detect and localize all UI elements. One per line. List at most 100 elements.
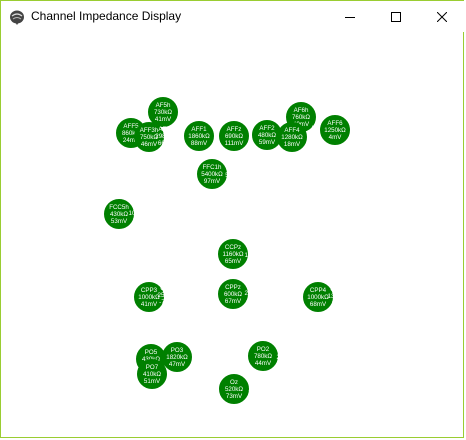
electrode-label: AF5h (155, 101, 171, 109)
electrode-label: CPP6h (330, 285, 350, 293)
electrode-impedance: 25190kΩ (324, 171, 350, 179)
electrode-fcc3[interactable]: FCC3 10030kΩ 31mV (126, 198, 156, 228)
electrode-label: CPPz (225, 283, 241, 291)
electrode-offset: -751mV (326, 178, 348, 186)
electrode-label: PO8 (333, 354, 347, 362)
electrode-offset: 41mV (140, 300, 158, 308)
electrode-o2h[interactable]: O2h 25180kΩ -750mV (246, 374, 276, 404)
electrode-offset: -751mV (196, 392, 218, 400)
electrode-po3[interactable]: PO3 1820kΩ 47mV (162, 342, 192, 372)
electrode-offset: 35mV (331, 368, 349, 376)
electrode-impedance: 5840kΩ (245, 172, 267, 180)
close-button[interactable] (419, 1, 465, 32)
electrode-offset: 73mV (225, 392, 243, 400)
electrode-poz[interactable]: POz 2900kΩ 55mV (217, 338, 247, 368)
electrode-label: FCC2h (245, 204, 265, 212)
electrode-aff4[interactable]: AFF4 1280kΩ 18mV (277, 122, 307, 152)
electrode-fcc2[interactable]: FCC2 25200kΩ -751mV (263, 198, 293, 228)
electrode-impedance: 1160kΩ (222, 250, 244, 258)
electrode-label: AFF3 (158, 125, 174, 133)
electrode-o1h[interactable]: O1h 25190kΩ -751mV (192, 374, 222, 404)
electrode-impedance: 10490kΩ (267, 251, 293, 259)
electrode-label: CCP5h (109, 244, 129, 252)
electrode-label: CCPz (224, 243, 242, 251)
electrode-offset: -750mV (338, 257, 360, 265)
minimize-button[interactable] (327, 1, 373, 32)
electrode-impedance: 25190kΩ (158, 169, 184, 177)
electrode-label: PO3 (170, 346, 184, 354)
electrode-ffc2h[interactable]: FFC2h 5840kΩ 49mV (241, 161, 271, 191)
electrode-label: FCC2 (269, 202, 287, 210)
electrode-cpp6h[interactable]: CPP6h 13220kΩ 35mV (325, 281, 355, 311)
electrode-offset: -233mV (225, 104, 247, 112)
electrode-label: AFpz (228, 90, 244, 98)
electrode-label: FCC1 (178, 204, 196, 212)
electrode-label: O1h (201, 378, 213, 386)
maximize-button[interactable] (373, 1, 419, 32)
electrode-label: PO7 (145, 363, 159, 371)
electrode-afpz[interactable]: AFpz 46040kΩ -233mV (221, 86, 251, 116)
electrode-label: AFF1 (191, 125, 207, 133)
electrode-offset: 44mV (254, 359, 272, 367)
maximize-icon (391, 11, 401, 22)
electrode-offset: 4mV (328, 133, 342, 141)
electrode-impedance: 730kΩ (153, 108, 173, 116)
electrode-offset: -751mV (278, 360, 300, 368)
electrode-impedance: 520kΩ (224, 385, 244, 393)
electrode-aff3[interactable]: AFF3 2980kΩ 66mV (151, 121, 181, 151)
electrode-label: PO2 (256, 345, 270, 353)
electrode-aff6[interactable]: AFF6 1250kΩ 4mV (320, 115, 350, 145)
electrode-impedance: 5400kΩ (201, 170, 223, 178)
electrode-impedance: 25200kΩ (244, 289, 270, 297)
electrode-offset: 68mV (309, 300, 327, 308)
electrode-label: FFC4h (284, 164, 304, 172)
electrode-offset: 111mV (224, 139, 244, 147)
minimize-icon (345, 16, 355, 18)
electrode-offset: 35mV (331, 299, 349, 307)
electrode-label: PO6 (309, 346, 323, 354)
electrode-impedance: 25190kΩ (157, 291, 183, 299)
electrode-cpp3h[interactable]: CPP3h 25190kΩ -750mV (155, 280, 185, 310)
window-title: Channel Impedance Display (31, 9, 182, 23)
electrode-po8[interactable]: PO8 3270kΩ 35mV (325, 350, 355, 380)
electrode-impedance: 25200kΩ (265, 209, 291, 217)
electrode-offset: 31mV (132, 216, 150, 224)
electrode-impedance: 760kΩ (291, 113, 311, 121)
electrode-impedance: 25190kΩ (253, 95, 279, 103)
electrode-afp3h[interactable]: AFp3h 3920kΩ -12mV (188, 83, 218, 113)
electrode-ffc3h[interactable]: FFC3h 25190kΩ -751mV (156, 158, 186, 188)
electrode-ccp2[interactable]: CCP2 10490kΩ 40mV (265, 240, 295, 270)
electrode-label: CCP3 (133, 244, 151, 252)
electrode-offset: -750mV (314, 258, 336, 266)
electrode-oz[interactable]: Oz 520kΩ 73mV (219, 374, 249, 404)
electrode-label: CPP2h (247, 282, 267, 290)
electrode-impedance: 25190kΩ (194, 385, 220, 393)
electrode-offset: 62mV (200, 218, 218, 226)
electrode-afp4h[interactable]: AFp4h 25190kΩ -751mV (251, 84, 281, 114)
electrode-ffc6h[interactable]: FFC6h 25190kΩ -751mV (322, 160, 352, 190)
electrode-offset: 66mV (157, 139, 175, 147)
electrode-offset: 18mV (283, 140, 301, 148)
electrode-impedance: 5840kΩ (220, 211, 242, 219)
electrode-offset: 31mV (288, 300, 306, 308)
electrode-label: FFC6h (327, 164, 347, 172)
title-bar[interactable]: Channel Impedance Display (1, 1, 465, 32)
electrode-ccp3[interactable]: CCP3 44620kΩ -157mV (127, 240, 157, 270)
electrode-po4[interactable]: PO4 25190kΩ -751mV (274, 342, 304, 372)
electrode-offset: 49mV (222, 218, 240, 226)
electrode-label: AFF2 (259, 124, 275, 132)
electrode-label: AFp4h (256, 88, 276, 96)
electrode-impedance: 25180kΩ (248, 385, 274, 393)
close-icon (437, 11, 447, 22)
electrode-impedance: 25190kΩ (276, 353, 302, 361)
electrode-affz[interactable]: AFFz 690kΩ 111mV (219, 121, 249, 151)
electrode-label: FFC3h (161, 162, 181, 170)
electrode-impedance: 3920kΩ (192, 94, 214, 102)
electrode-offset: -751mV (160, 176, 182, 184)
electrode-ccp6h[interactable]: CCP6h 25180kΩ -750mV (334, 239, 364, 269)
electrode-cpp2h[interactable]: CPP2h 25200kΩ -751mV (242, 278, 272, 308)
electrode-aff1[interactable]: AFF1 1860kΩ 88mV (184, 121, 214, 151)
electrode-offset: 88mV (190, 139, 208, 147)
electrode-fcc6h[interactable]: FCC6h 25190kΩ -750mV (333, 199, 363, 229)
electrode-label: PO1 (199, 341, 213, 349)
